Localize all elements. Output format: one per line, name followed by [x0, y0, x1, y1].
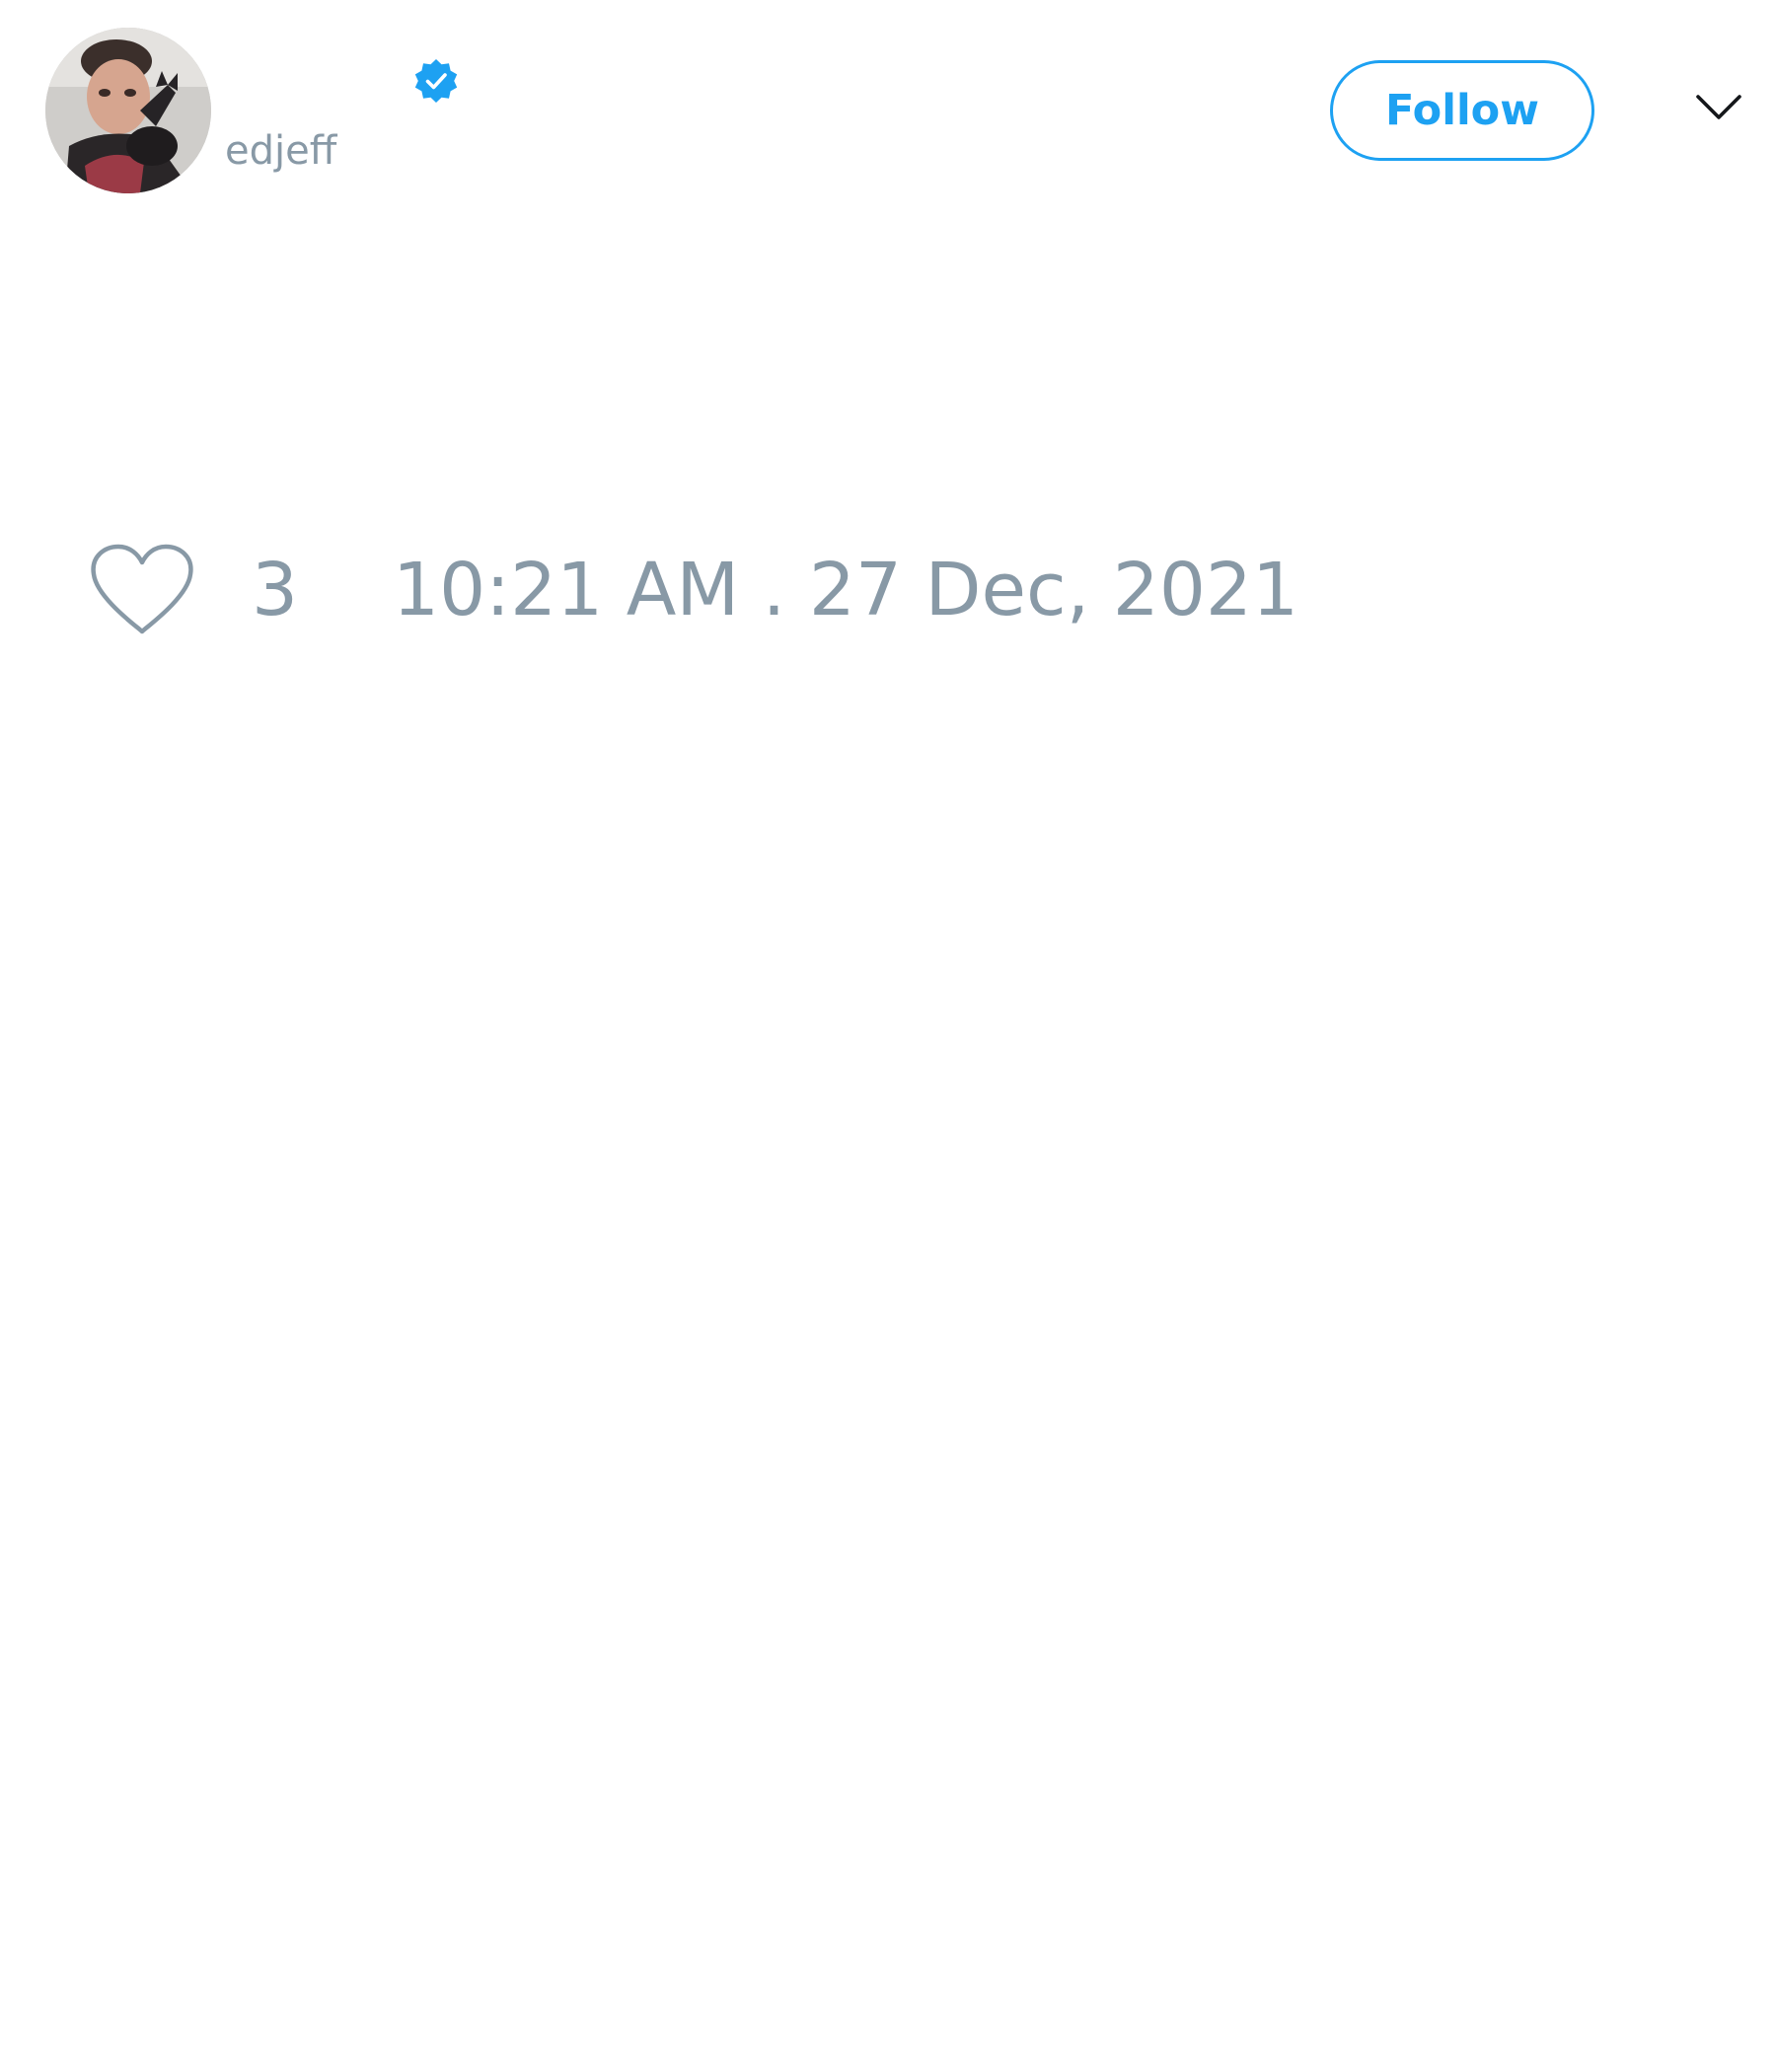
chevron-down-icon[interactable]	[1695, 93, 1742, 122]
verified-badge-icon	[414, 59, 458, 103]
heart-icon[interactable]	[89, 543, 195, 635]
tweet-timestamp[interactable]: 10:21 AM . 27 Dec, 2021	[393, 551, 1298, 629]
user-handle[interactable]: edjeff	[225, 126, 336, 176]
avatar[interactable]	[45, 28, 211, 193]
follow-button[interactable]: Follow	[1330, 60, 1594, 161]
avatar-image	[45, 28, 211, 193]
tweet-card: edjeff Follow 3 10:21 AM . 27 Dec, 2021	[0, 0, 1776, 2072]
like-count: 3	[252, 548, 299, 632]
